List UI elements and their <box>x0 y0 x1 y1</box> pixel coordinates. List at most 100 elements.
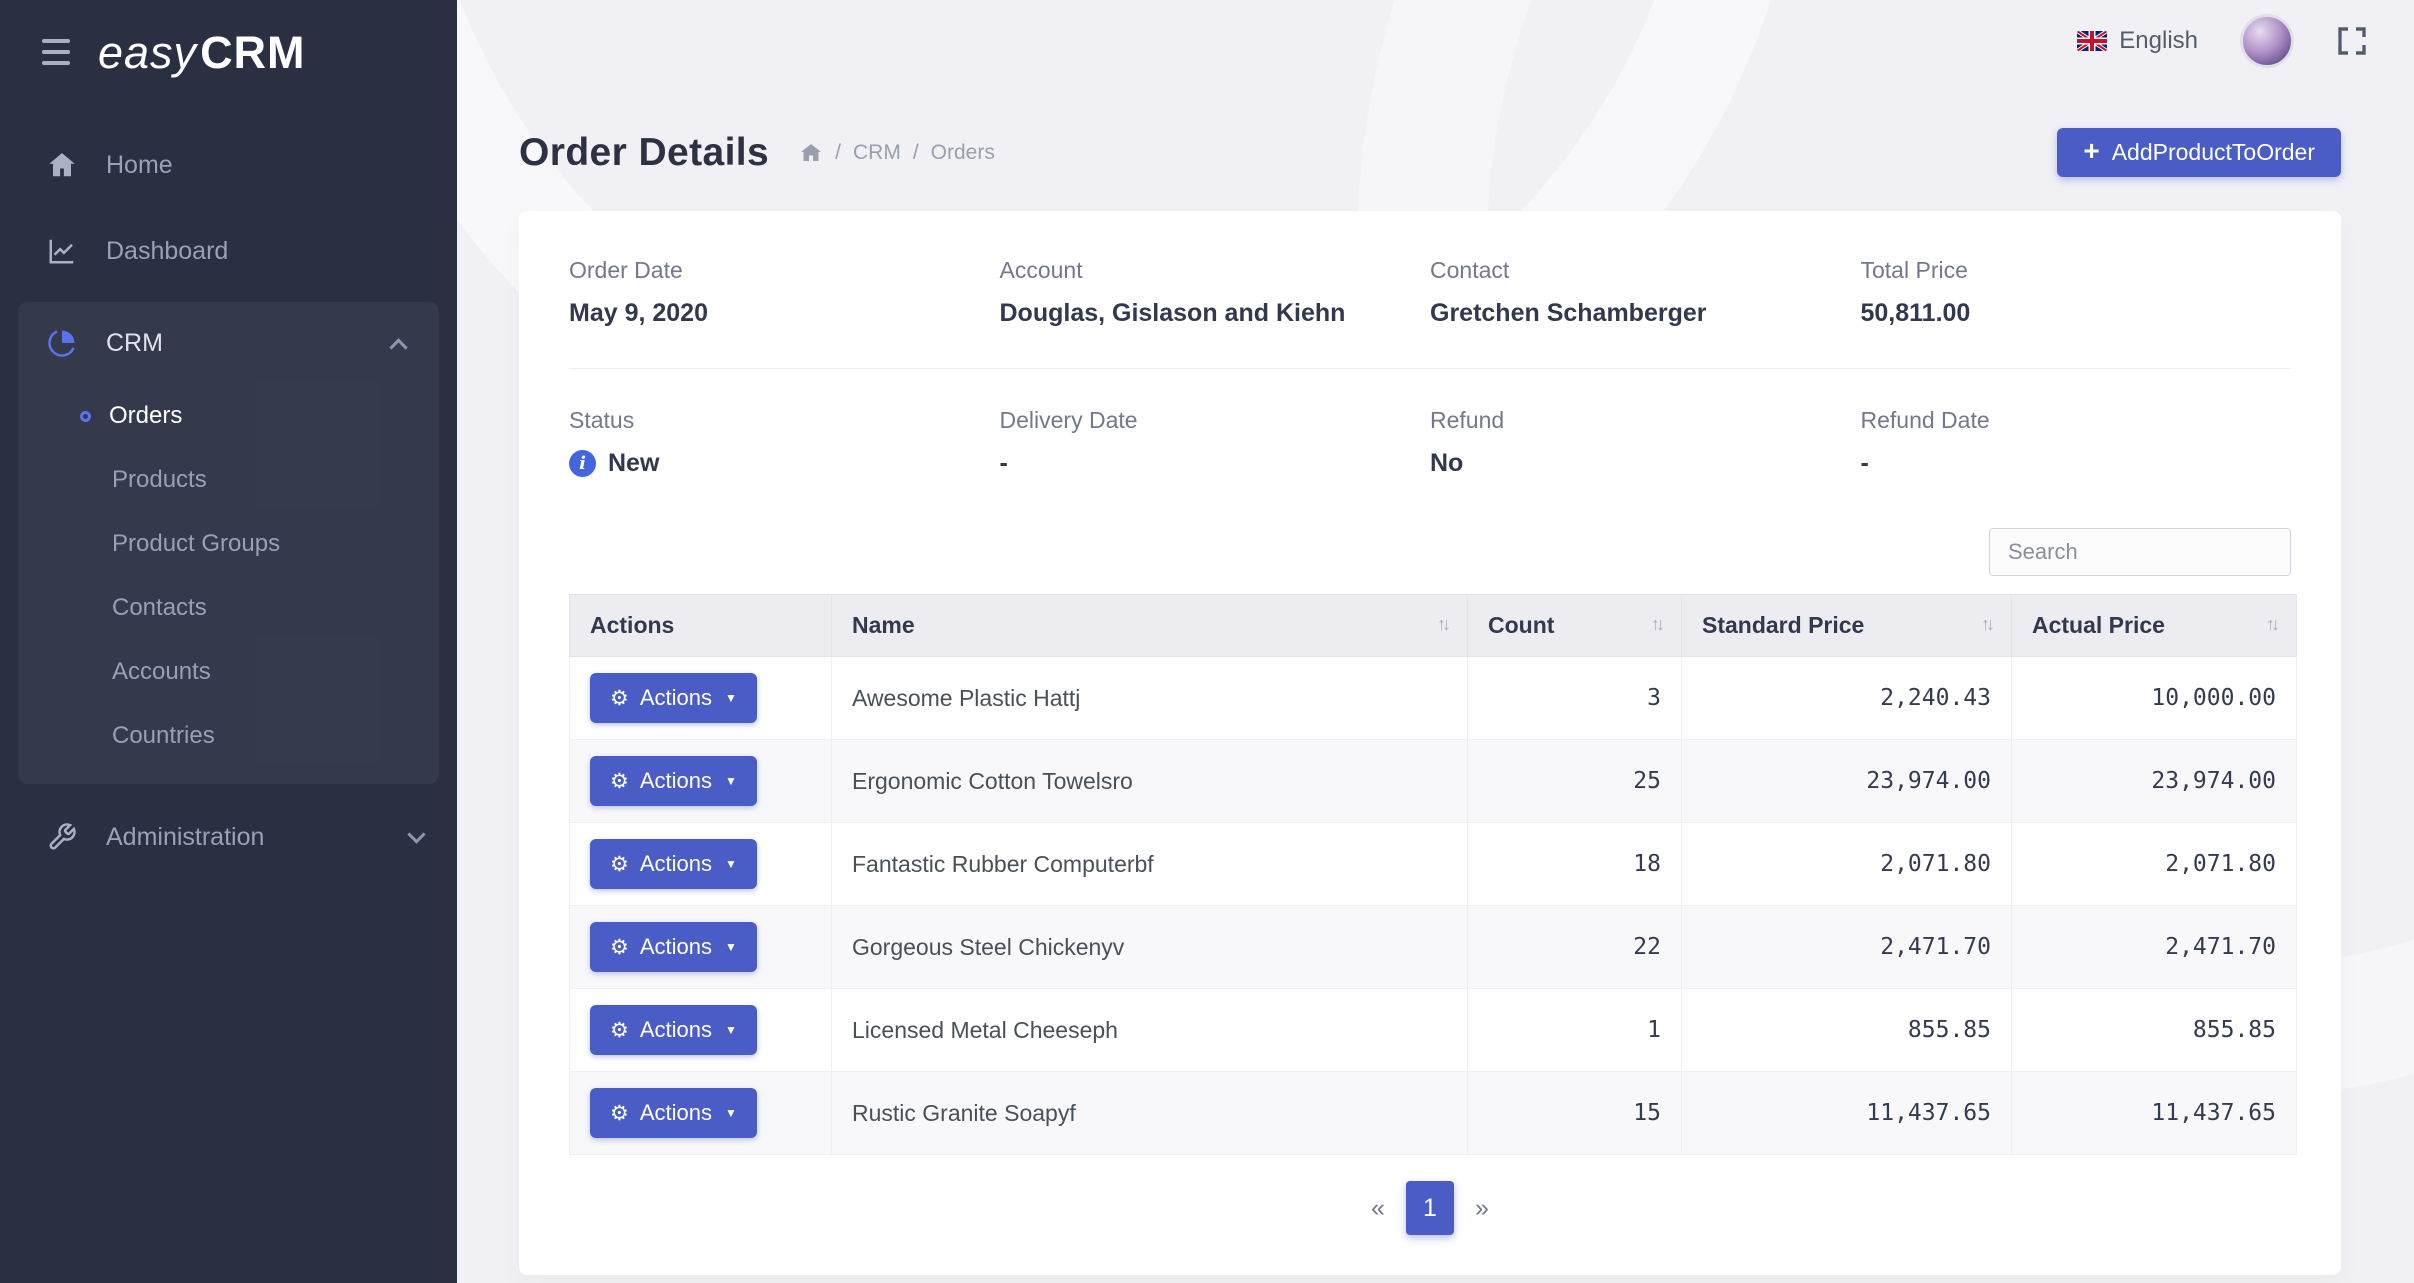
sidebar-item-label: Accounts <box>112 658 211 686</box>
cell-standard-price: 2,240.43 <box>1682 657 2012 740</box>
search-input[interactable] <box>1989 528 2291 576</box>
gear-icon: ⚙ <box>610 771 629 792</box>
header-name[interactable]: ↑↓ Name <box>832 595 1468 657</box>
active-dot-icon <box>80 411 91 422</box>
breadcrumb-crm[interactable]: CRM <box>853 141 901 165</box>
pagination-page-1[interactable]: 1 <box>1406 1181 1454 1235</box>
field-value: - <box>1861 449 2292 478</box>
language-label: English <box>2119 27 2198 55</box>
pagination: « 1 » <box>569 1181 2291 1235</box>
sidebar-item-orders[interactable]: Orders <box>18 384 439 448</box>
field-value: - <box>1000 449 1431 478</box>
sidebar-group-crm: CRM Orders Products Product Groups Conta… <box>18 302 439 784</box>
info-icon[interactable]: i <box>569 450 596 477</box>
cell-actual-price: 2,071.80 <box>2012 823 2297 906</box>
cell-actual-price: 11,437.65 <box>2012 1072 2297 1155</box>
field-value: 50,811.00 <box>1861 299 2292 328</box>
table-row: ⚙ Actions ▼ Licensed Metal Cheeseph 1 85… <box>570 989 2297 1072</box>
row-actions-button[interactable]: ⚙ Actions ▼ <box>590 839 757 889</box>
row-actions-button[interactable]: ⚙ Actions ▼ <box>590 673 757 723</box>
main-content: Order Details / CRM / Orders + AddProduc… <box>457 82 2414 1283</box>
sort-icon: ↑↓ <box>1981 614 1991 635</box>
header-actual-price[interactable]: ↑↓ Actual Price <box>2012 595 2297 657</box>
language-selector[interactable]: English <box>2077 27 2198 55</box>
sidebar-item-dashboard[interactable]: Dashboard <box>0 208 457 294</box>
wrench-icon <box>46 821 78 853</box>
sidebar-item-administration[interactable]: Administration <box>0 794 457 880</box>
order-details-card: Order Date May 9, 2020 Account Douglas, … <box>519 211 2341 1275</box>
sidebar-item-product-groups[interactable]: Product Groups <box>18 512 439 576</box>
order-info-row-1: Order Date May 9, 2020 Account Douglas, … <box>569 257 2291 328</box>
breadcrumb: / CRM / Orders <box>799 141 995 165</box>
cell-name: Fantastic Rubber Computerbf <box>832 823 1468 906</box>
gear-icon: ⚙ <box>610 854 629 875</box>
cell-actions: ⚙ Actions ▼ <box>570 740 832 823</box>
table-header-row: Actions ↑↓ Name ↑↓ Count ↑↓ Standard Pri… <box>570 595 2297 657</box>
menu-toggle-icon[interactable] <box>42 39 70 65</box>
chevron-down-icon <box>407 825 425 843</box>
chart-icon <box>46 235 78 267</box>
cell-actions: ⚙ Actions ▼ <box>570 657 832 740</box>
cell-actions: ⚙ Actions ▼ <box>570 989 832 1072</box>
row-actions-button[interactable]: ⚙ Actions ▼ <box>590 1005 757 1055</box>
order-info-row-2: Status i New Delivery Date - Refund No R… <box>569 368 2291 478</box>
sidebar-item-crm[interactable]: CRM <box>18 302 439 384</box>
cell-count: 1 <box>1468 989 1682 1072</box>
order-products-table: Actions ↑↓ Name ↑↓ Count ↑↓ Standard Pri… <box>569 594 2291 1155</box>
pagination-next[interactable]: » <box>1458 1181 1506 1235</box>
sidebar-item-label: Products <box>112 466 207 494</box>
cell-actual-price: 23,974.00 <box>2012 740 2297 823</box>
sidebar-item-label: Orders <box>109 402 182 430</box>
fullscreen-icon <box>2336 25 2368 57</box>
actions-label: Actions <box>640 685 712 711</box>
sidebar-item-products[interactable]: Products <box>18 448 439 512</box>
row-actions-button[interactable]: ⚙ Actions ▼ <box>590 756 757 806</box>
row-actions-button[interactable]: ⚙ Actions ▼ <box>590 1088 757 1138</box>
brand-prefix: easy <box>98 30 197 75</box>
header-label: Name <box>852 612 915 638</box>
sidebar-item-countries[interactable]: Countries <box>18 704 439 768</box>
cell-actual-price: 10,000.00 <box>2012 657 2297 740</box>
caret-down-icon: ▼ <box>725 691 737 705</box>
field-value: Gretchen Schamberger <box>1430 299 1861 328</box>
field-refund: Refund No <box>1430 407 1861 478</box>
pagination-prev[interactable]: « <box>1354 1181 1402 1235</box>
table-row: ⚙ Actions ▼ Gorgeous Steel Chickenyv 22 … <box>570 906 2297 989</box>
cell-name: Licensed Metal Cheeseph <box>832 989 1468 1072</box>
field-value: No <box>1430 449 1861 478</box>
cell-count: 25 <box>1468 740 1682 823</box>
avatar[interactable] <box>2240 14 2294 68</box>
header-label: Standard Price <box>1702 612 1864 638</box>
sidebar-item-home[interactable]: Home <box>0 122 457 208</box>
header-count[interactable]: ↑↓ Count <box>1468 595 1682 657</box>
actions-label: Actions <box>640 1017 712 1043</box>
sidebar-item-label: Dashboard <box>106 237 228 266</box>
sidebar-item-label: Home <box>106 151 173 180</box>
brand-suffix: CRM <box>200 30 305 75</box>
topbar: English <box>457 0 2414 82</box>
sort-icon: ↑↓ <box>1437 614 1447 635</box>
sidebar-item-contacts[interactable]: Contacts <box>18 576 439 640</box>
sidebar-nav: Home Dashboard CRM Orders Products <box>0 104 457 880</box>
breadcrumb-separator: / <box>835 141 841 165</box>
cell-name: Rustic Granite Soapyf <box>832 1072 1468 1155</box>
sidebar-item-accounts[interactable]: Accounts <box>18 640 439 704</box>
field-label: Status <box>569 407 1000 434</box>
breadcrumb-orders[interactable]: Orders <box>931 141 995 165</box>
brand-logo[interactable]: easy CRM <box>98 30 306 75</box>
plus-icon: + <box>2083 137 2099 165</box>
caret-down-icon: ▼ <box>725 1106 737 1120</box>
cell-actions: ⚙ Actions ▼ <box>570 906 832 989</box>
field-order-date: Order Date May 9, 2020 <box>569 257 1000 328</box>
fullscreen-button[interactable] <box>2336 25 2368 57</box>
chevron-up-icon <box>389 338 407 356</box>
field-value: May 9, 2020 <box>569 299 1000 328</box>
field-delivery-date: Delivery Date - <box>1000 407 1431 478</box>
add-product-to-order-button[interactable]: + AddProductToOrder <box>2057 128 2341 177</box>
row-actions-button[interactable]: ⚙ Actions ▼ <box>590 922 757 972</box>
header-standard-price[interactable]: ↑↓ Standard Price <box>1682 595 2012 657</box>
sort-icon: ↑↓ <box>2266 614 2276 635</box>
field-status: Status i New <box>569 407 1000 478</box>
cell-count: 3 <box>1468 657 1682 740</box>
home-breadcrumb-icon[interactable] <box>799 141 823 165</box>
